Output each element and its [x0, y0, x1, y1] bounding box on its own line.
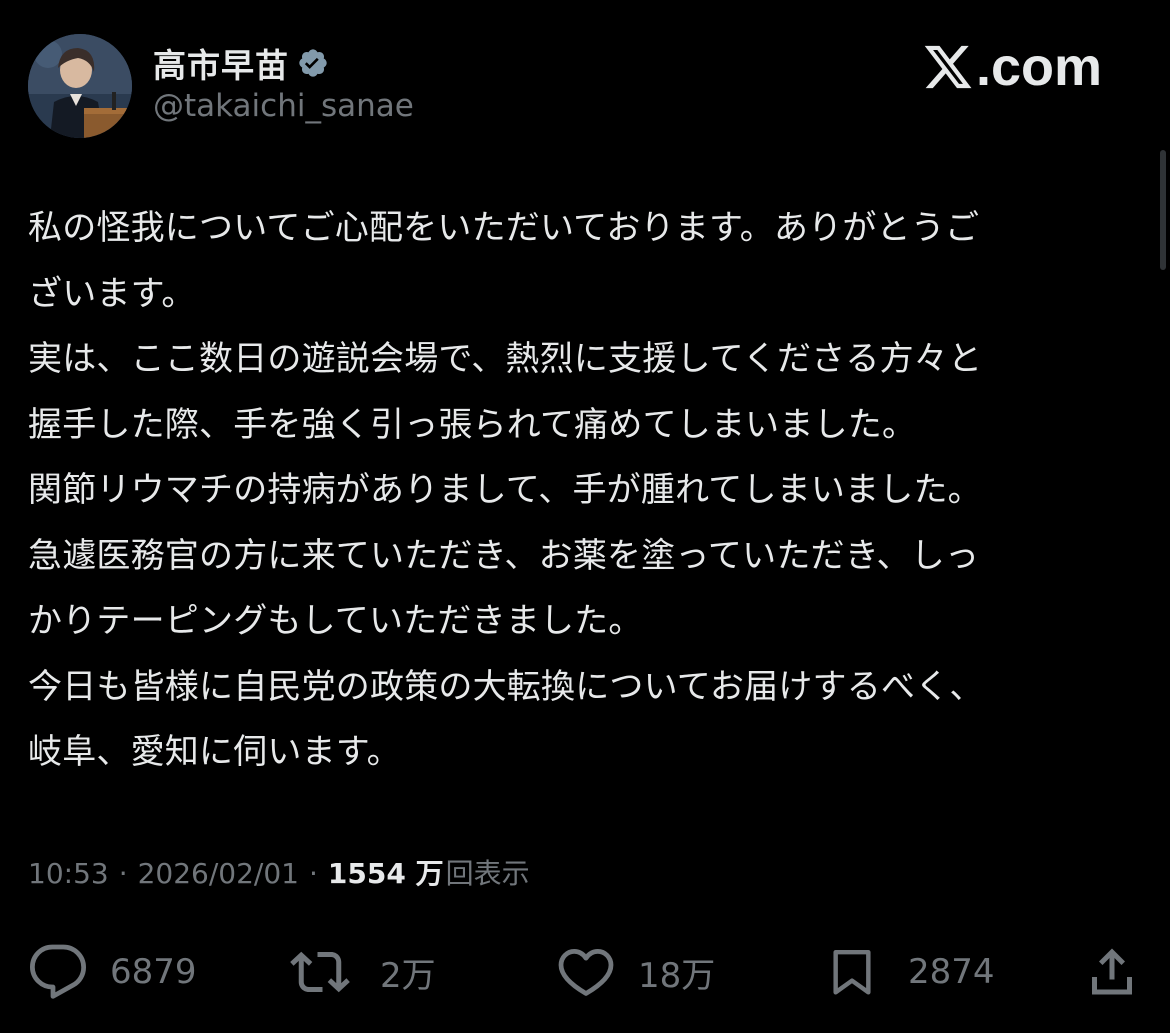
reply-count: 6879	[110, 952, 197, 992]
post-container: 高市早苗 @takaichi_sanae .com 私の怪我についてご心配をいた…	[0, 0, 1170, 1033]
bookmark-button[interactable]: 2874	[824, 940, 995, 1004]
avatar[interactable]	[28, 34, 132, 138]
share-icon	[1082, 942, 1142, 1002]
post-text-line: 私の怪我についてご心配をいただいております。ありがとうご	[28, 208, 980, 248]
author-name[interactable]: 高市早苗	[153, 39, 289, 87]
reply-icon	[28, 942, 88, 1002]
post-date[interactable]: 2026/02/01	[138, 857, 299, 890]
repost-button[interactable]: 2万	[286, 940, 436, 1004]
xcom-logo: .com	[922, 36, 1102, 98]
author-name-row[interactable]: 高市早苗	[153, 40, 329, 86]
post-text-line: 急遽医務官の方に来ていただき、お薬を塗っていただき、しっ	[28, 535, 980, 576]
xcom-domain-label: .com	[975, 37, 1102, 97]
author-handle[interactable]: @takaichi_sanae	[153, 88, 414, 124]
x-logo-icon	[922, 41, 974, 93]
post-text-line: 握手した際、手を強く引っ張られて痛めてしまいました。	[28, 404, 917, 445]
post-text: 私の怪我についてご心配をいただいております。ありがとうご ざいます。 実は、ここ…	[28, 196, 1138, 786]
meta-separator: ·	[118, 857, 128, 890]
verified-badge-icon	[297, 47, 329, 79]
meta-separator: ·	[309, 857, 318, 890]
action-bar: 6879 2万 18万 2874	[28, 940, 1142, 1004]
scrollbar[interactable]	[1160, 150, 1166, 270]
post-text-line: かりテーピングもしていただきました。	[28, 601, 643, 641]
post-text-line: 実は、ここ数日の遊説会場で、熱烈に支援してくださる方々と	[28, 339, 983, 379]
share-button[interactable]	[1082, 940, 1142, 1004]
post-meta: 10:53 · 2026/02/01 · 1554 万 回表示	[28, 852, 530, 892]
views-label: 回表示	[445, 857, 530, 890]
like-count: 18万	[638, 955, 716, 996]
post-text-line: 関節リウマチの持病がありまして、手が腫れてしまいました。	[28, 470, 982, 510]
repost-count: 2万	[380, 955, 436, 996]
heart-icon	[556, 942, 616, 1002]
reply-button[interactable]: 6879	[28, 940, 197, 1004]
post-text-line: 今日も皆様に自民党の政策の大転換についてお届けするべく、	[28, 666, 984, 707]
post-text-line: ざいます。	[28, 273, 196, 314]
post-text-line: 岐阜、愛知に伺います。	[28, 732, 401, 772]
post-time[interactable]: 10:53	[28, 857, 109, 890]
bookmark-icon	[824, 942, 880, 1002]
bookmark-count: 2874	[908, 952, 995, 992]
like-button[interactable]: 18万	[556, 940, 715, 1004]
views-count: 1554 万	[327, 857, 444, 890]
repost-icon	[286, 942, 354, 1002]
